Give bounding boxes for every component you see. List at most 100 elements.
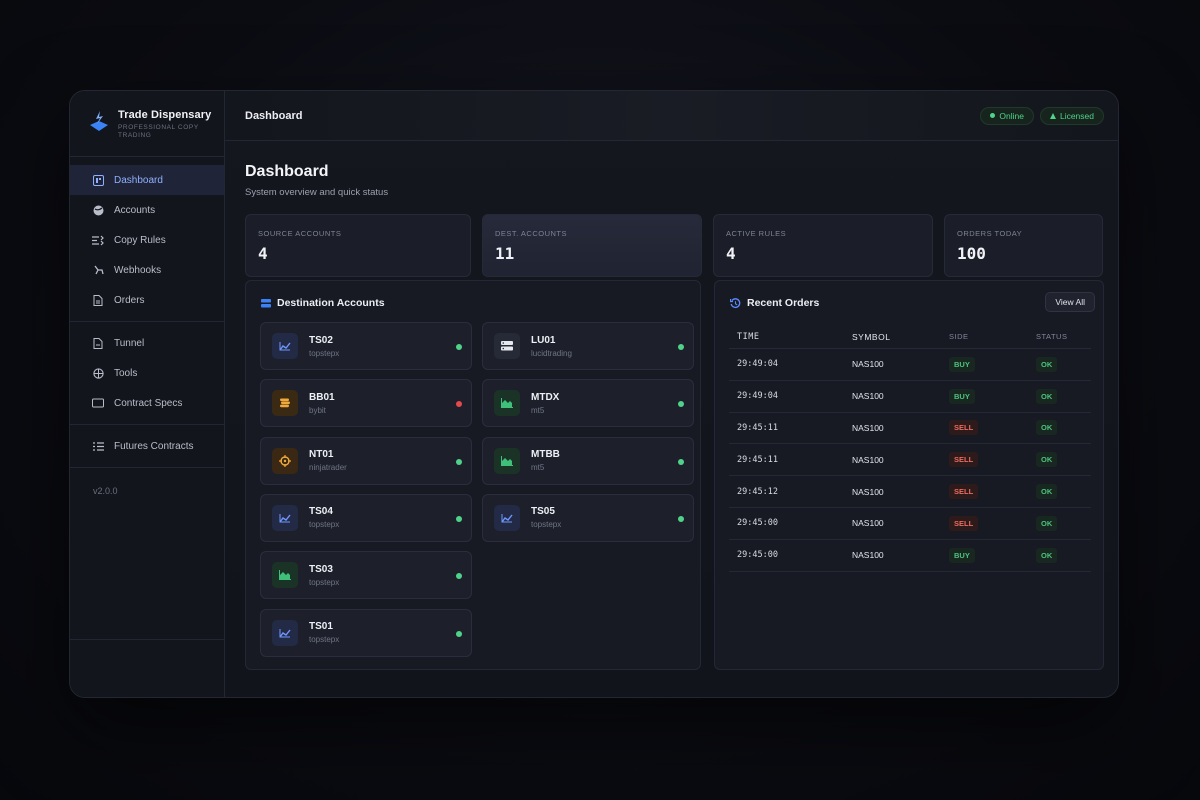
account-card-ts03[interactable]: TS03 topstepx — [260, 551, 472, 600]
orders-icon — [92, 294, 104, 306]
recent-orders-title: Recent Orders — [747, 297, 820, 309]
sidebar-item-copy-rules[interactable]: Copy Rules — [70, 225, 224, 255]
table-row: 29:45:11 NAS100 SELL OK — [729, 413, 1091, 445]
crosshair-icon — [272, 447, 298, 474]
sidebar-item-label: Futures Contracts — [114, 440, 194, 452]
account-card-mtdx[interactable]: MTDX mt5 — [482, 379, 694, 428]
stat-card-dest-accounts: DEST. ACCOUNTS 11 — [482, 214, 702, 277]
account-info: BB01 bybit — [309, 392, 335, 415]
sidebar-divider — [70, 321, 224, 322]
account-platform: topstepx — [531, 520, 562, 530]
brand-name: Trade Dispensary — [118, 109, 212, 121]
order-side-cell: SELL — [949, 484, 1036, 500]
order-status-cell: OK — [1036, 452, 1091, 468]
table-header: TIME SYMBOL SIDE STATUS — [729, 325, 1091, 349]
sidebar-item-orders[interactable]: Orders — [70, 285, 224, 315]
column-header-side: SIDE — [949, 332, 969, 341]
table-row: 29:45:11 NAS100 SELL OK — [729, 444, 1091, 477]
destination-accounts-title: Destination Accounts — [277, 297, 385, 309]
account-info: LU01 lucidtrading — [531, 335, 572, 358]
status-badge: OK — [1036, 420, 1058, 436]
view-all-button[interactable]: View All — [1045, 292, 1095, 312]
stat-label: SOURCE ACCOUNTS — [258, 229, 342, 238]
page-title: Dashboard — [245, 163, 329, 180]
online-badge: Online — [980, 106, 1034, 125]
column-header-symbol: SYMBOL — [852, 331, 891, 342]
order-time: 29:45:12 — [737, 486, 778, 497]
account-name: NT01 — [309, 449, 334, 461]
order-symbol: NAS100 — [852, 359, 884, 370]
status-dot-icon — [678, 515, 684, 522]
status-dot-icon — [456, 458, 462, 465]
account-card-ts02[interactable]: TS02 topstepx — [260, 322, 472, 370]
sidebar-item-label: Webhooks — [114, 264, 162, 276]
order-side-cell: SELL — [949, 452, 1036, 468]
account-info: TS02 topstepx — [309, 335, 339, 358]
account-platform: mt5 — [531, 463, 545, 473]
order-time: 29:45:11 — [737, 422, 778, 433]
status-badge: OK — [1036, 452, 1058, 468]
app-window: Trade Dispensary PROFESSIONAL COPY TRADI… — [69, 90, 1119, 698]
status-badge: OK — [1036, 484, 1058, 500]
status-badge: OK — [1036, 356, 1058, 372]
stat-card-orders-today: ORDERS TODAY 100 — [944, 214, 1103, 277]
side-badge: SELL — [949, 484, 979, 500]
sidebar-item-label: Tools — [114, 367, 138, 379]
background: Trade Dispensary PROFESSIONAL COPY TRADI… — [0, 0, 1200, 800]
status-dot-icon — [678, 401, 684, 408]
side-badge: SELL — [949, 420, 979, 436]
status-badge: OK — [1036, 388, 1058, 404]
order-status-cell: OK — [1036, 388, 1091, 404]
account-card-ts01[interactable]: TS01 topstepx — [260, 608, 472, 657]
order-time: 29:45:00 — [737, 518, 778, 529]
table-row: 29:49:04 NAS100 BUY OK — [729, 349, 1091, 381]
sidebar-item-futures-contracts[interactable]: Futures Contracts — [70, 431, 224, 461]
area-chart-icon — [272, 562, 298, 589]
line-chart-icon — [272, 504, 298, 531]
stat-label: ACTIVE RULES — [726, 229, 787, 238]
account-card-ts05[interactable]: TS05 topstepx — [482, 493, 694, 542]
panel-title: Recent Orders — [730, 297, 819, 309]
order-status-cell: OK — [1036, 547, 1091, 563]
online-badge-label: Online — [999, 110, 1024, 121]
status-badge: OK — [1036, 515, 1058, 531]
order-symbol: NAS100 — [852, 518, 884, 529]
sidebar-divider — [70, 424, 224, 425]
triangle-icon — [1049, 112, 1056, 119]
sidebar-item-dashboard[interactable]: Dashboard — [70, 165, 224, 195]
order-time: 29:45:11 — [737, 454, 778, 465]
list-icon — [92, 440, 104, 452]
order-side-cell: BUY — [949, 356, 1036, 372]
sidebar-footer-divider — [70, 639, 224, 640]
sidebar-item-accounts[interactable]: Accounts — [70, 195, 224, 225]
stat-value: 4 — [726, 244, 736, 263]
sidebar-divider — [70, 467, 224, 468]
account-platform: lucidtrading — [531, 348, 572, 358]
sidebar-nav: Dashboard Accounts Copy Rules Webhooks O… — [70, 157, 224, 496]
account-info: NT01 ninjatrader — [309, 449, 347, 472]
sidebar-item-tunnel[interactable]: Tunnel — [70, 328, 224, 358]
account-name: TS03 — [309, 563, 333, 575]
account-card-lu01[interactable]: LU01 lucidtrading — [482, 322, 694, 370]
account-card-mtbb[interactable]: MTBB mt5 — [482, 436, 694, 485]
coins-icon — [272, 390, 298, 417]
area-chart-icon — [494, 390, 520, 417]
line-chart-icon — [272, 333, 298, 359]
table-row: 29:45:12 NAS100 SELL OK — [729, 476, 1091, 508]
sidebar-item-contract-specs[interactable]: Contract Specs — [70, 388, 224, 418]
account-card-bb01[interactable]: BB01 bybit — [260, 379, 472, 428]
account-card-ts04[interactable]: TS04 topstepx — [260, 493, 472, 542]
order-time: 29:45:00 — [737, 550, 778, 561]
order-symbol: NAS100 — [852, 454, 884, 465]
server-stack-icon — [261, 298, 271, 307]
order-status-cell: OK — [1036, 484, 1091, 500]
account-card-nt01[interactable]: NT01 ninjatrader — [260, 436, 472, 485]
sidebar-item-webhooks[interactable]: Webhooks — [70, 255, 224, 285]
account-platform: topstepx — [309, 520, 340, 530]
stat-label: DEST. ACCOUNTS — [495, 229, 568, 238]
sidebar-item-tools[interactable]: Tools — [70, 358, 224, 388]
table-row: 29:45:00 NAS100 SELL OK — [729, 508, 1091, 540]
brand: Trade Dispensary PROFESSIONAL COPY TRADI… — [70, 91, 224, 157]
account-name: MTBB — [531, 449, 560, 461]
history-icon — [730, 297, 741, 308]
